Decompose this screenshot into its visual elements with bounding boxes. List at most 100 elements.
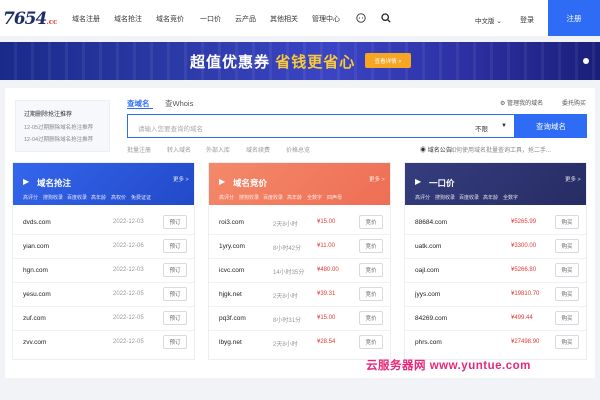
- nav-fixed-price[interactable]: 一口价: [200, 14, 221, 24]
- tag-icon: ▶: [415, 177, 422, 186]
- bid-button[interactable]: 竞价: [359, 287, 383, 301]
- nav-domain-snap[interactable]: 域名抢注: [114, 14, 142, 24]
- quick-link-renew[interactable]: 域名续费: [246, 145, 270, 154]
- bid-button[interactable]: 竞价: [359, 311, 383, 325]
- top-header: 7654.cc 域名注册 域名抢注 域名竞价 一口价 云产品 其他相关 管理中心…: [0, 0, 600, 36]
- reserve-button[interactable]: 预订: [163, 215, 187, 229]
- card-filter[interactable]: 搜狗收录: [43, 194, 63, 201]
- manage-domains-link[interactable]: ⚙ 管理我的域名: [500, 98, 543, 107]
- card-filter[interactable]: 百度收录: [459, 194, 479, 201]
- bid-button[interactable]: 竞价: [359, 335, 383, 349]
- card-filter[interactable]: 全数字: [503, 194, 518, 201]
- quick-link-bulk-register[interactable]: 批量注册: [127, 145, 151, 154]
- nav-domain-auction[interactable]: 域名竞价: [156, 14, 184, 24]
- login-link[interactable]: 登录: [520, 15, 534, 25]
- table-row: hjgk.net 2天8小时 ¥39.31 竞价: [209, 283, 390, 307]
- buy-button[interactable]: 购买: [555, 335, 579, 349]
- site-logo[interactable]: 7654.cc: [3, 9, 57, 29]
- card-fixed-price: ▶ 一口价 更多 > 高评分 搜狗收录 百度收录 高年龄 全数字 88684.c…: [404, 162, 587, 360]
- card-filter[interactable]: 百度收录: [263, 194, 283, 201]
- reserve-button[interactable]: 预订: [163, 263, 187, 277]
- card-filter[interactable]: 高评分: [415, 194, 430, 201]
- card-header: ▶ 域名竞价 更多 > 高评分 搜狗收录 百度收录 高年龄 全数字 四声母: [209, 163, 390, 205]
- card-filter[interactable]: 百度收录: [67, 194, 87, 201]
- card-more-link[interactable]: 更多 >: [369, 175, 385, 183]
- bid-button[interactable]: 竞价: [359, 263, 383, 277]
- buy-button[interactable]: 购买: [555, 287, 579, 301]
- card-title: 一口价: [429, 178, 455, 188]
- promo-banner[interactable]: 超值优惠券 省钱更省心 查看详情 >: [0, 42, 600, 80]
- register-button[interactable]: 注册: [548, 0, 600, 36]
- card-title: 域名竞价: [233, 178, 268, 188]
- search-input[interactable]: 请输入您要查询的域名: [138, 123, 203, 133]
- chevron-down-icon: ⌄: [496, 18, 502, 25]
- chat-icon[interactable]: [356, 13, 366, 23]
- banner-detail-button[interactable]: 查看详情 >: [365, 53, 411, 68]
- caret-down-icon[interactable]: ▼: [501, 123, 507, 129]
- card-more-link[interactable]: 更多 >: [565, 175, 581, 183]
- notice-text[interactable]: 如何使用域名批量查询工具，抢二手...: [450, 145, 551, 154]
- search-button[interactable]: 查询域名: [515, 114, 587, 138]
- quick-link-transfer[interactable]: 转入域名: [167, 145, 191, 154]
- expire-title: 过期删除抢注推荐: [24, 112, 73, 118]
- nav-cloud-products[interactable]: 云产品: [235, 14, 256, 24]
- card-auction: ▶ 域名竞价 更多 > 高评分 搜狗收录 百度收录 高年龄 全数字 四声母 ro…: [208, 162, 391, 360]
- table-row: roi3.com 2天8小时 ¥15.00 竞价: [209, 211, 390, 235]
- buy-button[interactable]: 购买: [555, 311, 579, 325]
- card-filter[interactable]: 高年龄: [287, 194, 302, 201]
- table-row: lbyg.net 2天8小时 ¥28.54 竞价: [209, 331, 390, 355]
- card-filter[interactable]: 搜狗收录: [435, 194, 455, 201]
- nav-other[interactable]: 其他相关: [270, 14, 298, 24]
- bid-button[interactable]: 竞价: [359, 239, 383, 253]
- table-row: oajl.com ¥5266.80 购买: [405, 259, 586, 283]
- table-row: jyys.com ¥19810.70 购买: [405, 283, 586, 307]
- expire-link[interactable]: 12-05过期删除域名抢注推荐: [24, 123, 93, 131]
- commission-buy-link[interactable]: 委托购买: [562, 98, 586, 107]
- tab-search-whois[interactable]: 查Whois: [165, 98, 193, 109]
- card-filter[interactable]: 高年龄: [483, 194, 498, 201]
- gear-icon: ⚙: [500, 101, 506, 107]
- card-header: ▶ 域名抢注 更多 > 高评分 搜狗收录 百度收录 高年龄 高权价 免费证证: [13, 163, 194, 205]
- carousel-dot[interactable]: [583, 58, 589, 64]
- domain-search-box[interactable]: 请输入您要查询的域名 不限 ▼: [127, 114, 515, 138]
- card-filter[interactable]: 高评分: [219, 194, 234, 201]
- quick-link-prices[interactable]: 价格总览: [286, 145, 310, 154]
- card-filter[interactable]: 高评分: [23, 194, 38, 201]
- quick-link-import[interactable]: 外部入库: [206, 145, 230, 154]
- card-filter[interactable]: 全数字: [307, 194, 322, 201]
- table-row: 84269.com ¥499.44 购买: [405, 307, 586, 331]
- megaphone-icon: ◉: [420, 148, 427, 154]
- card-snap: ▶ 域名抢注 更多 > 高评分 搜狗收录 百度收录 高年龄 高权价 免费证证 d…: [12, 162, 195, 360]
- flag-icon: ▶: [23, 177, 30, 186]
- table-row: phrs.com ¥27498.90 购买: [405, 331, 586, 355]
- active-tab-underline: [127, 108, 153, 109]
- card-filter[interactable]: 免费证证: [131, 194, 151, 201]
- bid-button[interactable]: 竞价: [359, 215, 383, 229]
- buy-button[interactable]: 购买: [555, 215, 579, 229]
- reserve-button[interactable]: 预订: [163, 335, 187, 349]
- nav-management[interactable]: 管理中心: [312, 14, 340, 24]
- expire-recommend-box: 过期删除抢注推荐 12-05过期删除域名抢注推荐 12-04过期删除域名抢注推荐: [15, 100, 110, 152]
- buy-button[interactable]: 购买: [555, 239, 579, 253]
- reserve-button[interactable]: 预订: [163, 311, 187, 325]
- card-filter[interactable]: 高年龄: [91, 194, 106, 201]
- nav-domain-register[interactable]: 域名注册: [72, 14, 100, 24]
- language-select[interactable]: 中文版 ⌄: [475, 15, 502, 25]
- suffix-select[interactable]: 不限: [475, 123, 488, 133]
- card-filter[interactable]: 搜狗收录: [239, 194, 259, 201]
- reserve-button[interactable]: 预订: [163, 287, 187, 301]
- card-title: 域名抢注: [37, 178, 72, 188]
- table-row: hgn.com 2022-12-03 预订: [13, 259, 194, 283]
- table-row: 88684.com ¥5265.99 购买: [405, 211, 586, 235]
- card-more-link[interactable]: 更多 >: [173, 175, 189, 183]
- reserve-button[interactable]: 预订: [163, 239, 187, 253]
- card-filter[interactable]: 高权价: [111, 194, 126, 201]
- expire-link[interactable]: 12-04过期删除域名抢注推荐: [24, 135, 93, 143]
- card-filter[interactable]: 四声母: [327, 194, 342, 201]
- search-icon[interactable]: [381, 13, 391, 23]
- table-row: zuf.com 2022-12-05 预订: [13, 307, 194, 331]
- banner-headline: 超值优惠券 省钱更省心: [190, 54, 356, 71]
- table-row: yian.com 2022-12-06 预订: [13, 235, 194, 259]
- table-row: yesu.com 2022-12-05 预订: [13, 283, 194, 307]
- buy-button[interactable]: 购买: [555, 263, 579, 277]
